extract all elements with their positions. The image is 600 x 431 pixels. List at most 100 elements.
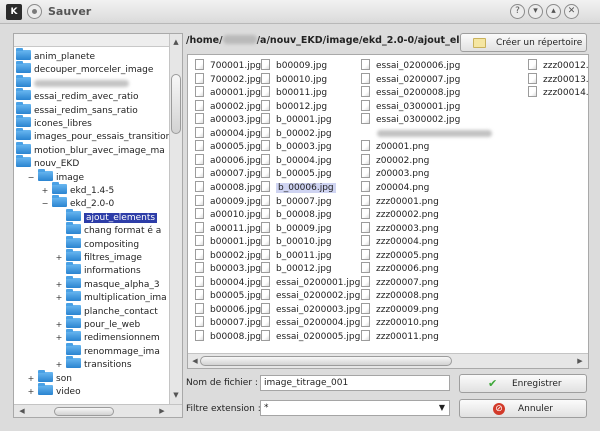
file-item[interactable]: zzz00009.png xyxy=(361,302,439,316)
file-item[interactable]: zzz00007.png xyxy=(361,275,439,289)
tree-item[interactable]: + pour_le_web xyxy=(56,316,140,331)
file-item[interactable]: b00011.jpg xyxy=(261,86,327,99)
file-item[interactable]: zzz00002.png xyxy=(361,208,439,221)
file-item[interactable]: b_00011.jpg xyxy=(261,248,332,262)
file-item[interactable]: b00009.jpg xyxy=(261,59,327,72)
file-list[interactable]: 700001.jpg 700002.jpg a00001.jpg a00002.jpg… xyxy=(187,54,589,369)
file-item[interactable]: zzz00010.png xyxy=(361,316,439,329)
file-item[interactable]: a00004.jpg xyxy=(195,126,261,140)
file-item[interactable]: essai_0200007.jpg xyxy=(361,72,460,86)
tree-item[interactable]: + ekd_1.4-5 xyxy=(42,182,114,197)
file-item[interactable]: b_00006.jpg xyxy=(261,180,336,194)
tree-item[interactable]: + masque_alpha_3 xyxy=(56,275,160,291)
file-item[interactable]: b00002.jpg xyxy=(195,248,261,262)
file-item[interactable]: b_00010.jpg xyxy=(261,235,332,248)
file-item[interactable]: a00007.jpg xyxy=(195,167,261,180)
file-item[interactable]: b00008.jpg xyxy=(195,330,261,343)
scroll-right-icon[interactable]: ▶ xyxy=(575,356,585,366)
tree-item[interactable]: motion_blur_avec_image_ma xyxy=(16,141,165,157)
file-item[interactable]: a00003.jpg xyxy=(195,113,261,126)
file-item[interactable]: essai_0300002.jpg xyxy=(361,113,460,126)
tree-vertical-thumb[interactable] xyxy=(171,74,181,134)
file-item[interactable]: z00001.png xyxy=(361,140,429,153)
tree-item[interactable]: + transitions xyxy=(56,356,132,371)
scroll-left-icon[interactable]: ◀ xyxy=(17,406,27,416)
file-item[interactable]: zzz00012. xyxy=(528,59,588,72)
tree-item[interactable]: + filtres_image xyxy=(56,249,142,264)
file-item[interactable]: essai_0300001.jpg xyxy=(361,99,460,113)
file-item[interactable]: essai_0200006.jpg xyxy=(361,59,460,72)
file-item[interactable]: b_00008.jpg xyxy=(261,208,332,221)
scroll-right-icon[interactable]: ▶ xyxy=(157,406,167,416)
file-item[interactable]: essai_0200003.jpg xyxy=(261,302,360,316)
tree-vertical-scrollbar[interactable]: ▲ ▼ xyxy=(169,34,182,404)
tree-item[interactable]: images_pour_essais_transition xyxy=(16,128,169,143)
expander-icon[interactable]: + xyxy=(27,372,35,385)
file-item[interactable]: essai_0200001.jpg xyxy=(261,275,360,289)
create-directory-button[interactable]: Créer un répertoire xyxy=(460,33,587,52)
tree-item[interactable]: − ekd_2.0-0 xyxy=(42,195,114,210)
expander-icon[interactable]: + xyxy=(55,278,63,291)
file-item[interactable]: b_00012.jpg xyxy=(261,262,332,275)
file-item[interactable]: a00001.jpg xyxy=(195,86,261,99)
cancel-button[interactable]: ⊘ Annuler xyxy=(459,399,587,418)
file-item[interactable]: b00006.jpg xyxy=(195,302,261,316)
tree-item[interactable] xyxy=(16,74,129,90)
tree-item[interactable]: ajout_elements xyxy=(66,208,158,224)
tree-item[interactable]: renommage_ima xyxy=(66,342,160,358)
tree-item[interactable]: planche_contact xyxy=(66,302,158,318)
help-icon[interactable]: ? xyxy=(510,4,525,19)
tree-item[interactable]: icones_libres xyxy=(16,115,92,130)
file-item[interactable]: z00004.png xyxy=(361,180,429,194)
folder-tree[interactable]: anim_planete decouper_morceler_image essai… xyxy=(13,33,183,418)
file-item[interactable]: zzz00001.png xyxy=(361,194,439,208)
file-item[interactable]: zzz00003.png xyxy=(361,221,439,235)
tree-item[interactable]: + redimensionnem xyxy=(56,329,160,344)
file-item[interactable]: essai_0200008.jpg xyxy=(361,86,460,99)
tree-item[interactable]: essai_redim_avec_ratio xyxy=(16,88,139,103)
tree-item[interactable]: decouper_morceler_image xyxy=(16,61,153,76)
file-item[interactable]: b_00009.jpg xyxy=(261,221,332,235)
minimize-icon[interactable]: ▾ xyxy=(528,4,543,19)
file-item[interactable]: b00012.jpg xyxy=(261,99,327,113)
file-item[interactable]: zzz00014. xyxy=(528,86,588,99)
file-item[interactable]: b_00005.jpg xyxy=(261,167,332,180)
file-item[interactable]: zzz00005.png xyxy=(361,248,439,262)
file-item[interactable]: a00005.jpg xyxy=(195,140,261,153)
tree-item[interactable]: essai_redim_sans_ratio xyxy=(16,101,138,117)
file-item[interactable]: zzz00013. xyxy=(528,72,588,86)
file-item[interactable]: essai_0200002.jpg xyxy=(261,289,360,302)
file-item[interactable]: a00002.jpg xyxy=(195,99,261,113)
close-icon[interactable]: ✕ xyxy=(564,4,579,19)
file-item[interactable]: zzz00006.png xyxy=(361,262,439,275)
file-item[interactable]: z00003.png xyxy=(361,167,429,180)
expander-icon[interactable]: − xyxy=(27,171,35,184)
file-item[interactable]: b00004.jpg xyxy=(195,275,261,289)
file-horizontal-scrollbar[interactable]: ◀ ▶ xyxy=(188,353,588,368)
tree-horizontal-thumb[interactable] xyxy=(54,407,114,416)
tree-horizontal-scrollbar[interactable]: ◀ ▶ xyxy=(14,404,182,417)
filter-select[interactable]: * ▼ xyxy=(260,400,450,416)
file-item[interactable]: a00008.jpg xyxy=(195,180,261,194)
expander-icon[interactable]: + xyxy=(55,331,63,344)
file-horizontal-thumb[interactable] xyxy=(200,356,452,366)
expander-icon[interactable]: + xyxy=(55,318,63,331)
file-item[interactable]: a00011.jpg xyxy=(195,221,261,235)
file-item[interactable]: a00006.jpg xyxy=(195,153,261,167)
file-item[interactable]: z00002.png xyxy=(361,153,429,167)
file-item[interactable]: b_00004.jpg xyxy=(261,153,332,167)
file-item[interactable]: essai_0200004.jpg xyxy=(261,316,360,329)
file-item[interactable]: b_00003.jpg xyxy=(261,140,332,153)
scroll-down-icon[interactable]: ▼ xyxy=(171,390,181,400)
expander-icon[interactable]: + xyxy=(55,251,63,264)
tree-item[interactable]: −nouv_EKD xyxy=(16,155,79,170)
file-item[interactable]: essai_0200005.jpg xyxy=(261,330,360,343)
file-item[interactable]: zzz00011.png xyxy=(361,330,439,343)
save-button[interactable]: ✔ Enregistrer xyxy=(459,374,587,393)
tree-item[interactable]: informations xyxy=(66,262,141,277)
file-item[interactable]: b00001.jpg xyxy=(195,235,261,248)
expander-icon[interactable]: + xyxy=(55,291,63,304)
maximize-icon[interactable]: ▴ xyxy=(546,4,561,19)
tree-item[interactable]: compositing xyxy=(66,235,139,251)
file-item[interactable]: b00007.jpg xyxy=(195,316,261,329)
